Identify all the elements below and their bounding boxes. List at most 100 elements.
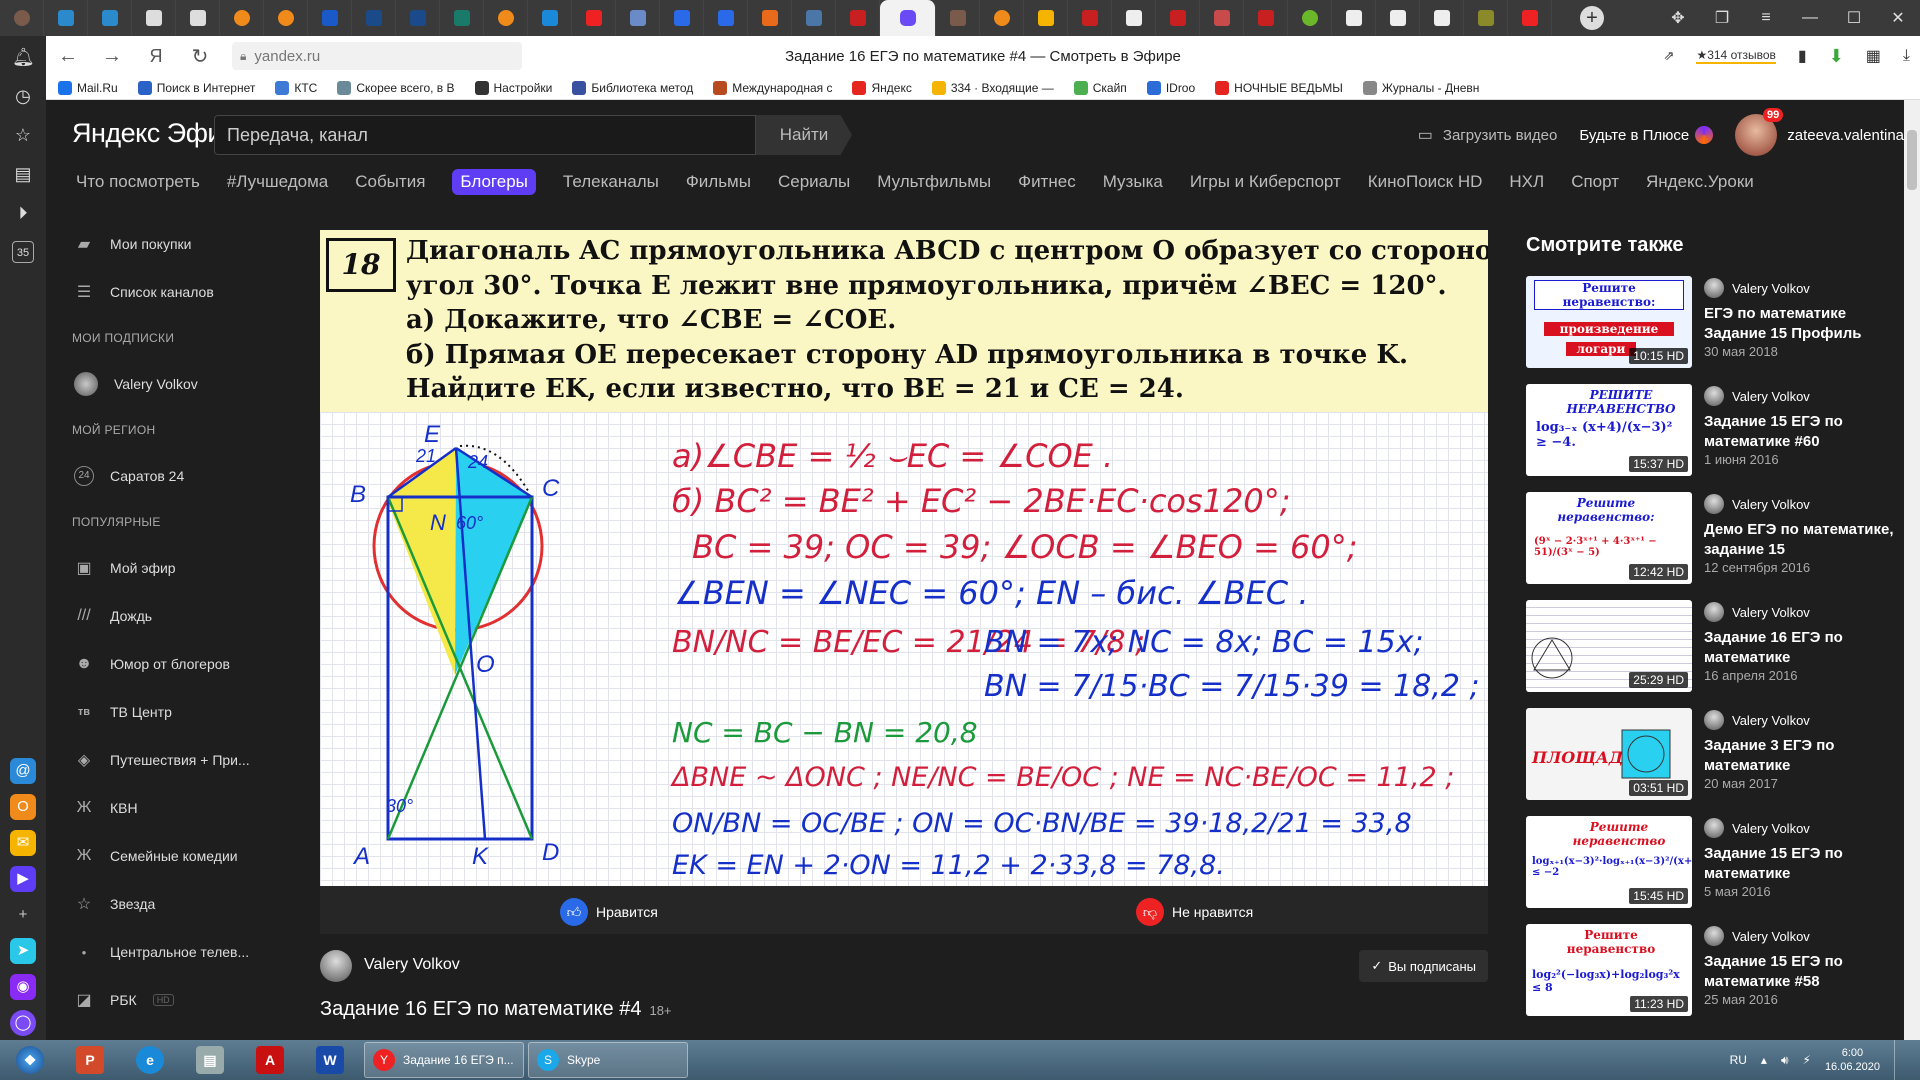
forward-button[interactable]: → — [90, 45, 134, 68]
related-video-card[interactable]: Решите неравенство: произведение логари … — [1526, 276, 1904, 372]
reload-button[interactable]: ↻ — [178, 44, 222, 69]
video-thumbnail[interactable]: Решите неравенство log₂²(−log₃x)+log₂log… — [1526, 924, 1692, 1016]
browser-tab[interactable] — [1244, 0, 1288, 36]
start-button[interactable]: ❖ — [0, 1041, 60, 1079]
search-button[interactable]: Найти — [756, 115, 852, 155]
bookmark-item[interactable]: Яндекс — [852, 80, 912, 95]
category-tab[interactable]: События — [355, 172, 425, 192]
related-title[interactable]: ЕГЭ по математике Задание 15 Профиль — [1704, 304, 1900, 344]
browser-tab[interactable] — [396, 0, 440, 36]
network-icon[interactable]: ⚡︎ — [1803, 1053, 1811, 1067]
browser-tab[interactable] — [616, 0, 660, 36]
browser-tab[interactable] — [352, 0, 396, 36]
browser-tab[interactable] — [660, 0, 704, 36]
browser-tab[interactable] — [528, 0, 572, 36]
new-tab-button[interactable]: + — [1580, 6, 1604, 30]
taskbar-window-browser[interactable]: Y Задание 16 ЕГЭ п... — [364, 1042, 524, 1078]
sidebar-item-popular[interactable]: Ж КВН — [46, 784, 306, 832]
sidebar-item-purchases[interactable]: ▰ Мои покупки — [46, 220, 306, 268]
browser-tab[interactable] — [1288, 0, 1332, 36]
efir-logo[interactable]: Яндекс Эфир — [72, 118, 237, 149]
category-tab[interactable]: Игры и Киберспорт — [1190, 172, 1341, 192]
related-video-card[interactable]: ПЛОЩАДЬ? 03:51 HD Valery Volkov Задание … — [1526, 708, 1904, 804]
browser-tab[interactable] — [980, 0, 1024, 36]
category-tab[interactable]: НХЛ — [1509, 172, 1544, 192]
browser-tab[interactable] — [572, 0, 616, 36]
browser-tab[interactable] — [1376, 0, 1420, 36]
channel-name[interactable]: Valery Volkov — [364, 956, 460, 974]
related-video-card[interactable]: 25:29 HD Valery Volkov Задание 16 ЕГЭ по… — [1526, 600, 1904, 696]
alice-icon[interactable]: ◯ — [10, 1010, 36, 1036]
volume-icon[interactable]: 🔊︎ — [1781, 1053, 1789, 1068]
bell-icon[interactable]: 🔔︎ — [12, 46, 35, 68]
browser-tab[interactable] — [792, 0, 836, 36]
show-desktop-button[interactable] — [1894, 1040, 1904, 1080]
download-icon[interactable]: ⬇ — [1829, 46, 1844, 67]
category-tab[interactable]: Спорт — [1571, 172, 1619, 192]
category-tab[interactable]: Фильмы — [686, 172, 751, 192]
browser-tab[interactable] — [1200, 0, 1244, 36]
browser-tab[interactable] — [132, 0, 176, 36]
related-video-card[interactable]: Решите неравенство log₂²(−log₃x)+log₂log… — [1526, 924, 1904, 1020]
clock[interactable]: 6:00 16.06.2020 — [1825, 1046, 1880, 1074]
bookmark-item[interactable]: НОЧНЫЕ ВЕДЬМЫ — [1215, 80, 1343, 95]
counter-icon[interactable]: 35 — [12, 241, 34, 263]
browser-tab[interactable] — [308, 0, 352, 36]
category-tab[interactable]: Что посмотреть — [76, 172, 200, 192]
browser-tab[interactable] — [440, 0, 484, 36]
sidebar-item-popular[interactable]: Ж Семейные комедии — [46, 832, 306, 880]
menu-icon[interactable]: ≡ — [1744, 9, 1788, 27]
back-button[interactable]: ← — [46, 45, 90, 68]
like-button[interactable]: 👍︎ Нравится — [560, 898, 658, 926]
sidebar-item-popular[interactable]: ● Центральное телев... — [46, 928, 306, 976]
bookmark-item[interactable]: Поиск в Интернет — [137, 80, 255, 95]
related-title[interactable]: Задание 15 ЕГЭ по математике #58 — [1704, 952, 1900, 992]
browser-tab[interactable] — [44, 0, 88, 36]
channel-avatar[interactable] — [320, 950, 352, 982]
related-title[interactable]: Задание 15 ЕГЭ по математике #60 — [1704, 412, 1900, 452]
yandex-logo-icon[interactable]: Я — [134, 46, 178, 67]
category-tab[interactable]: Мультфильмы — [877, 172, 991, 192]
browser-tab[interactable] — [0, 0, 44, 36]
ok-icon[interactable]: О — [10, 794, 36, 820]
browser-tab[interactable] — [1068, 0, 1112, 36]
browser-tab[interactable] — [1464, 0, 1508, 36]
bookmark-item[interactable]: Mail.Ru — [58, 80, 118, 95]
video-thumbnail[interactable]: Решите неравенство logₓ₊₁(x−3)²·logₓ₊₁(x… — [1526, 816, 1692, 908]
browser-tab[interactable] — [1508, 0, 1552, 36]
bookmark-item[interactable]: Скайп — [1073, 80, 1127, 95]
category-tab[interactable]: Телеканалы — [563, 172, 659, 192]
related-title[interactable]: Задание 15 ЕГЭ по математике — [1704, 844, 1900, 884]
video-thumbnail[interactable]: РЕШИТЕ НЕРАВЕНСТВО log₃₋ₓ (x+4)/(x−3)² ≥… — [1526, 384, 1692, 476]
reviews-badge[interactable]: ★314 отзывов — [1696, 48, 1776, 64]
taskbar-app[interactable]: ▤ — [180, 1041, 240, 1079]
at-icon[interactable]: @ — [10, 758, 36, 784]
add-icon[interactable]: + — [10, 902, 36, 928]
video-thumbnail[interactable]: Решите неравенство: произведение логари … — [1526, 276, 1692, 368]
related-title[interactable]: Демо ЕГЭ по математике, задание 15 — [1704, 520, 1900, 560]
url-field[interactable]: 🔒︎ yandex.ru — [232, 42, 522, 70]
reader-icon[interactable]: ▦ — [1866, 46, 1881, 66]
minimize-button[interactable]: — — [1788, 9, 1832, 27]
tray-expand-icon[interactable]: ▴ — [1761, 1053, 1767, 1067]
upload-video-button[interactable]: ▭ Загрузить видео — [1418, 125, 1558, 145]
related-title[interactable]: Задание 3 ЕГЭ по математике — [1704, 736, 1900, 776]
bookmark-icon[interactable]: ▮ — [1798, 46, 1807, 66]
bookmark-item[interactable]: Библиотека метод — [572, 80, 693, 95]
sidebar-item-popular[interactable]: ◪ РБК HD — [46, 976, 306, 1024]
bookmark-item[interactable]: IDroo — [1146, 80, 1195, 95]
bookmark-item[interactable]: КТС — [275, 80, 317, 95]
sidebar-item-subscription[interactable]: Valery Volkov — [46, 360, 306, 408]
subscribed-button[interactable]: ✓ Вы подписаны — [1359, 950, 1488, 982]
browser-tab[interactable] — [484, 0, 528, 36]
star-icon[interactable]: ☆ — [12, 124, 34, 146]
send-icon[interactable]: ➤ — [10, 938, 36, 964]
browser-tab-active[interactable] — [880, 0, 936, 36]
downloads-icon[interactable]: ⤓ — [1903, 47, 1910, 65]
share-icon[interactable]: ⇗ — [1664, 48, 1675, 64]
dislike-button[interactable]: 👎︎ Не нравится — [1136, 898, 1253, 926]
category-tab[interactable]: Сериалы — [778, 172, 850, 192]
browser-tab[interactable] — [1332, 0, 1376, 36]
sidebar-item-channel-list[interactable]: ☰ Список каналов — [46, 268, 306, 316]
bookmark-item[interactable]: 334 · Входящие — — [931, 80, 1054, 95]
